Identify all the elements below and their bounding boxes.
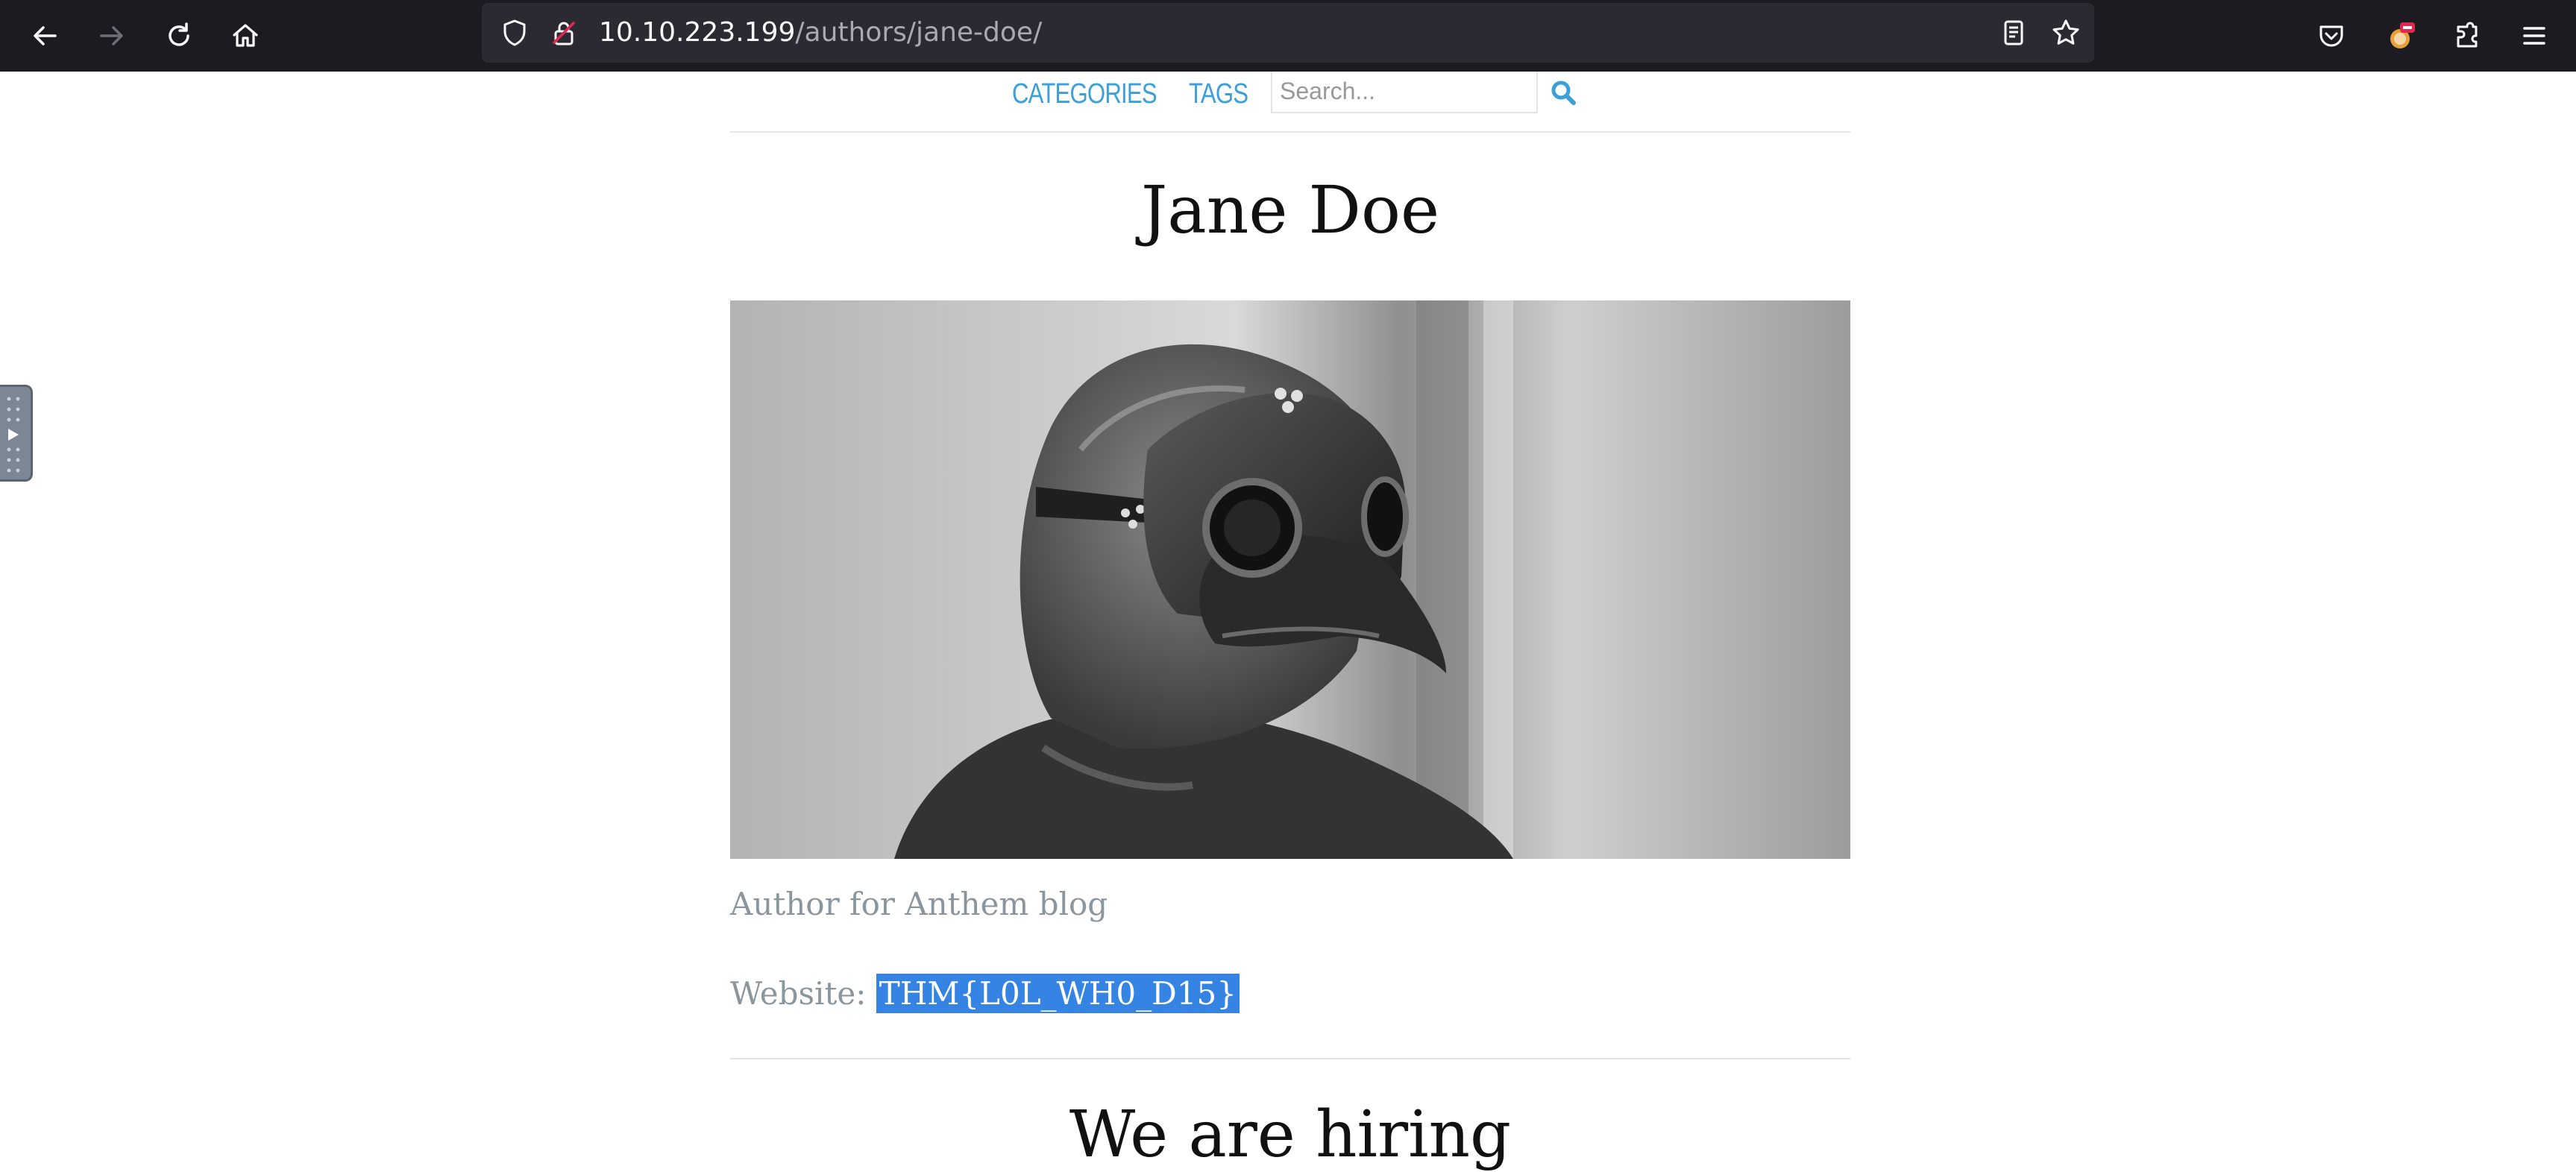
home-icon <box>233 24 258 47</box>
nav-tags-link[interactable]: TAGS <box>1189 73 1248 115</box>
nav-categories-link[interactable]: CATEGORIES <box>1012 73 1157 115</box>
bookmark-star-icon[interactable] <box>2051 18 2081 48</box>
forward-button[interactable] <box>88 12 136 60</box>
extensions-button[interactable] <box>2443 12 2491 60</box>
pocket-icon <box>2319 25 2343 47</box>
home-button[interactable] <box>222 12 269 60</box>
sidebar-toggle-handle[interactable] <box>0 385 33 482</box>
profile-icon <box>2390 22 2415 48</box>
author-photo <box>730 300 1850 859</box>
divider <box>730 131 1850 133</box>
back-button[interactable] <box>21 12 69 60</box>
author-bio: Author for Anthem blog <box>730 886 1108 922</box>
url-path: /authors/jane-doe/ <box>795 17 1043 48</box>
page-content: CATEGORIES TAGS Search... Jane Doe Autho… <box>0 72 2576 1172</box>
shield-icon[interactable] <box>500 18 530 48</box>
pocket-button[interactable] <box>2308 12 2355 60</box>
url-bar[interactable]: 10.10.223.199/authors/jane-doe/ <box>482 3 2094 63</box>
website-label: Website: <box>730 975 867 1012</box>
forward-icon <box>100 26 123 45</box>
app-menu-button[interactable] <box>2510 12 2558 60</box>
url-text[interactable]: 10.10.223.199/authors/jane-doe/ <box>599 3 1042 63</box>
reload-button[interactable] <box>155 12 203 60</box>
author-website: Website: THM{L0L_WH0_D15} <box>730 974 1240 1013</box>
hiring-heading: We are hiring <box>1069 1097 1512 1172</box>
author-name: Jane Doe <box>1140 171 1440 248</box>
profile-button[interactable] <box>2378 12 2425 60</box>
reader-view-icon[interactable] <box>1999 18 2029 48</box>
back-icon <box>34 26 57 45</box>
browser-toolbar: 10.10.223.199/authors/jane-doe/ <box>0 0 2576 72</box>
menu-icon <box>2523 27 2545 45</box>
play-icon <box>7 397 20 473</box>
divider <box>730 1058 1850 1059</box>
reload-icon <box>169 22 189 46</box>
extensions-icon <box>2457 22 2478 48</box>
website-value[interactable]: THM{L0L_WH0_D15} <box>876 974 1240 1013</box>
url-host: 10.10.223.199 <box>599 17 796 48</box>
search-input[interactable]: Search... <box>1271 72 1538 113</box>
search-icon[interactable] <box>1548 78 1578 107</box>
lock-icon[interactable] <box>549 18 579 48</box>
